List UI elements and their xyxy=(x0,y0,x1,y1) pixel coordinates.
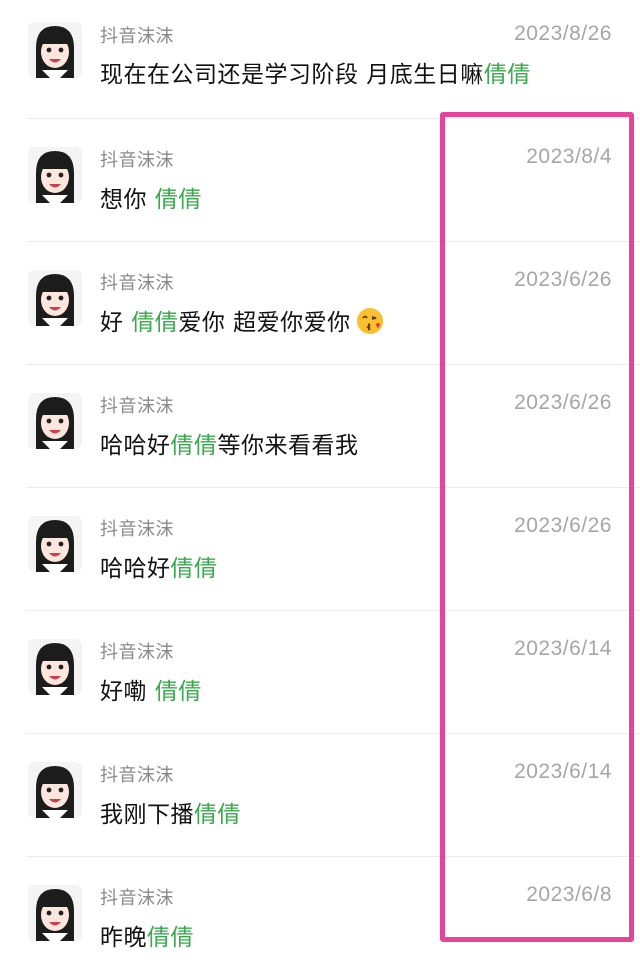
sender-name: 抖音沫沫 xyxy=(100,396,174,417)
message-text-tail: 等你来看看我 xyxy=(217,433,359,459)
message-text: 哈哈好 xyxy=(100,556,171,582)
message-date: 2023/6/26 xyxy=(514,268,612,291)
sender-name: 抖音沫沫 xyxy=(100,273,174,294)
message-search-results: 抖音沫沫 2023/8/26 现在在公司还是学习阶段 月底生日嘛倩倩 抖音沫沫 … xyxy=(0,0,640,979)
message-date: 2023/8/26 xyxy=(514,22,612,45)
message-row[interactable]: 抖音沫沫 2023/6/14 我刚下播倩倩 xyxy=(0,733,640,856)
message-preview: 想你 倩倩 xyxy=(100,180,202,214)
highlighted-keyword: 倩倩 xyxy=(170,433,218,459)
message-row[interactable]: 抖音沫沫 2023/6/8 昨晚倩倩 xyxy=(0,856,640,979)
avatar xyxy=(28,270,82,326)
sender-name: 抖音沫沫 xyxy=(100,642,174,663)
message-text: 好嘞 xyxy=(100,679,155,705)
message-text: 昨晚 xyxy=(100,925,147,951)
sender-name: 抖音沫沫 xyxy=(100,519,174,540)
message-text: 好 xyxy=(100,310,132,336)
message-text-tail: 爱你 超爱你爱你 xyxy=(178,310,351,336)
message-text: 现在在公司还是学习阶段 月底生日嘛 xyxy=(100,62,484,88)
message-date: 2023/8/4 xyxy=(526,145,612,168)
highlighted-keyword: 倩倩 xyxy=(154,187,202,213)
message-text: 哈哈好 xyxy=(100,433,171,459)
message-preview: 现在在公司还是学习阶段 月底生日嘛倩倩 xyxy=(100,55,531,89)
highlighted-keyword: 倩倩 xyxy=(154,679,202,705)
message-row[interactable]: 抖音沫沫 2023/8/4 想你 倩倩 xyxy=(0,118,640,241)
highlighted-keyword: 倩倩 xyxy=(483,62,531,88)
message-row[interactable]: 抖音沫沫 2023/6/26 好 倩倩爱你 超爱你爱你 xyxy=(0,241,640,364)
message-row[interactable]: 抖音沫沫 2023/6/26 哈哈好倩倩 xyxy=(0,487,640,610)
avatar xyxy=(28,22,82,78)
message-preview: 好嘞 倩倩 xyxy=(100,672,202,706)
avatar xyxy=(28,639,82,695)
avatar xyxy=(28,516,82,572)
avatar xyxy=(28,147,82,203)
highlighted-keyword: 倩倩 xyxy=(194,802,241,828)
sender-name: 抖音沫沫 xyxy=(100,26,174,47)
message-preview: 我刚下播倩倩 xyxy=(100,795,241,829)
highlighted-keyword: 倩倩 xyxy=(147,925,194,951)
avatar xyxy=(28,393,82,449)
avatar xyxy=(28,762,82,818)
message-date: 2023/6/14 xyxy=(514,637,612,660)
message-preview: 昨晚倩倩 xyxy=(100,918,194,952)
sender-name: 抖音沫沫 xyxy=(100,150,174,171)
message-date: 2023/6/26 xyxy=(514,514,612,537)
message-date: 2023/6/26 xyxy=(514,391,612,414)
highlighted-keyword: 倩倩 xyxy=(131,310,179,336)
message-date: 2023/6/14 xyxy=(514,760,612,783)
message-preview: 哈哈好倩倩等你来看看我 xyxy=(100,426,359,460)
message-preview: 好 倩倩爱你 超爱你爱你 xyxy=(100,303,385,342)
message-row[interactable]: 抖音沫沫 2023/6/26 哈哈好倩倩等你来看看我 xyxy=(0,364,640,487)
sender-name: 抖音沫沫 xyxy=(100,888,174,909)
message-preview: 哈哈好倩倩 xyxy=(100,549,218,583)
sender-name: 抖音沫沫 xyxy=(100,765,174,786)
message-date: 2023/6/8 xyxy=(526,883,612,906)
message-row[interactable]: 抖音沫沫 2023/6/14 好嘞 倩倩 xyxy=(0,610,640,733)
message-row[interactable]: 抖音沫沫 2023/8/26 现在在公司还是学习阶段 月底生日嘛倩倩 xyxy=(0,0,640,118)
message-text: 我刚下播 xyxy=(100,802,194,828)
avatar xyxy=(28,885,82,941)
kissing-face-emoji-icon xyxy=(355,306,385,342)
highlighted-keyword: 倩倩 xyxy=(170,556,218,582)
message-text: 想你 xyxy=(100,187,155,213)
